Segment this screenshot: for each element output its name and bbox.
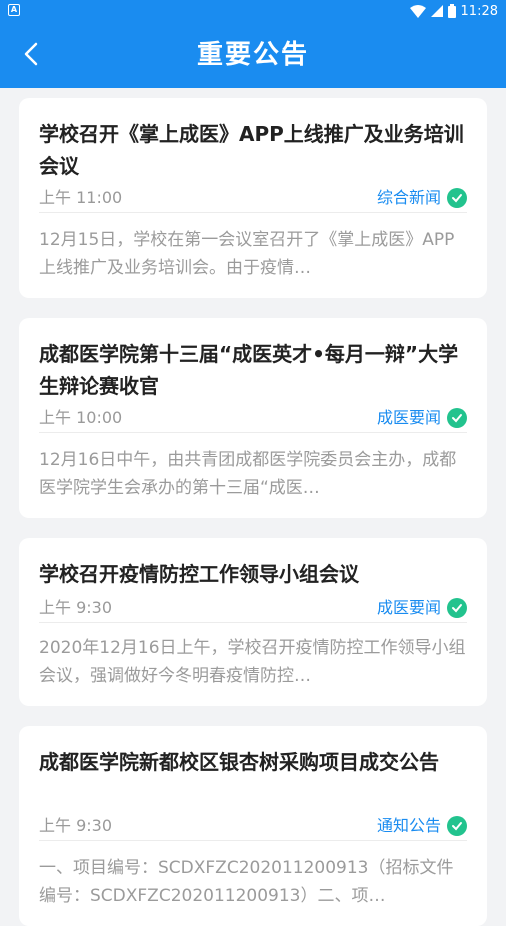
check-icon xyxy=(447,816,467,836)
article-title: 成都医学院新都校区银杏树采购项目成交公告 xyxy=(39,750,439,774)
article-category[interactable]: 综合新闻 xyxy=(377,186,441,210)
article-time: 上午 10:00 xyxy=(39,408,123,427)
signal-icon xyxy=(430,5,443,17)
status-time: 11:28 xyxy=(460,3,498,19)
article-meta: 上午 9:30 成医要闻 xyxy=(39,596,467,623)
article-summary: 一、项目编号：SCDXFZC202011200913（招标文件编号：SCDXFZ… xyxy=(39,858,454,906)
article-summary: 12月16日中午，由共青团成都医学院委员会主办，成都医学院学生会承办的第十三届“… xyxy=(39,450,457,498)
article-title: 成都医学院第十三届“成医英才•每月一辩”大学生辩论赛收官 xyxy=(39,342,459,398)
page-title: 重要公告 xyxy=(196,40,309,70)
article-title: 学校召开《掌上成医》APP上线推广及业务培训会议 xyxy=(39,122,464,178)
article-card[interactable]: 成都医学院新都校区银杏树采购项目成交公告 上午 9:30 通知公告 一、项目编号… xyxy=(19,726,487,926)
article-category[interactable]: 成医要闻 xyxy=(377,406,441,430)
article-time: 上午 9:30 xyxy=(39,816,113,835)
article-category[interactable]: 成医要闻 xyxy=(377,596,441,620)
article-card[interactable]: 成都医学院第十三届“成医英才•每月一辩”大学生辩论赛收官 上午 10:00 成医… xyxy=(19,318,487,518)
check-icon xyxy=(447,188,467,208)
article-meta: 上午 11:00 综合新闻 xyxy=(39,186,467,213)
article-meta: 上午 10:00 成医要闻 xyxy=(39,406,467,433)
battery-icon xyxy=(447,4,456,18)
wifi-icon xyxy=(409,4,426,18)
check-icon xyxy=(447,408,467,428)
article-title: 学校召开疫情防控工作领导小组会议 xyxy=(39,562,359,586)
check-icon xyxy=(447,598,467,618)
article-time: 上午 11:00 xyxy=(39,188,123,207)
article-category[interactable]: 通知公告 xyxy=(377,814,441,838)
article-meta: 上午 9:30 通知公告 xyxy=(39,814,467,841)
article-card[interactable]: 学校召开《掌上成医》APP上线推广及业务培训会议 上午 11:00 综合新闻 1… xyxy=(19,98,487,298)
article-summary: 2020年12月16日上午，学校召开疫情防控工作领导小组会议，强调做好今冬明春疫… xyxy=(39,638,466,686)
article-card[interactable]: 学校召开疫情防控工作领导小组会议 上午 9:30 成医要闻 2020年12月16… xyxy=(19,538,487,706)
article-summary: 12月15日，学校在第一会议室召开了《掌上成医》APP上线推广及业务培训会。由于… xyxy=(39,230,455,278)
app-header: 重要公告 xyxy=(0,22,506,88)
notification-icon: A xyxy=(8,4,20,16)
status-bar: A 11:28 xyxy=(0,0,506,22)
article-time: 上午 9:30 xyxy=(39,598,113,617)
